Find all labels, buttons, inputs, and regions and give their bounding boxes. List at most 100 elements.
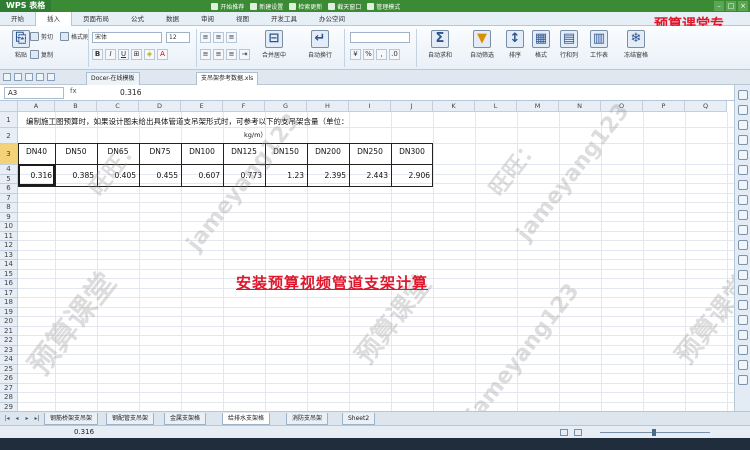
indent-icon[interactable]: ⇥ xyxy=(239,49,250,60)
copy-button[interactable]: 复制 xyxy=(30,50,53,59)
tool-icon[interactable] xyxy=(737,165,748,175)
column-header-D[interactable]: D xyxy=(139,101,181,112)
row-header-13[interactable]: 13 xyxy=(0,250,18,260)
close-icon[interactable]: × xyxy=(738,1,748,11)
undo-icon[interactable] xyxy=(36,73,44,81)
tool-icon[interactable] xyxy=(737,360,748,370)
row-header-2[interactable]: 2 xyxy=(0,128,18,144)
column-header-I[interactable]: I xyxy=(349,101,391,112)
sheet-tab-3[interactable]: 给排水支架格 xyxy=(222,413,271,425)
menu-item-office-space[interactable]: 办公空间 xyxy=(308,12,356,26)
column-header-J[interactable]: J xyxy=(391,101,433,112)
column-header-K[interactable]: K xyxy=(433,101,475,112)
column-header-O[interactable]: O xyxy=(601,101,643,112)
row-header-17[interactable]: 17 xyxy=(0,288,18,298)
bold-button[interactable]: B xyxy=(92,49,103,60)
tool-icon[interactable] xyxy=(737,315,748,325)
row-header-16[interactable]: 16 xyxy=(0,279,18,289)
normal-view-icon[interactable] xyxy=(560,429,568,436)
menu-item-page-layout[interactable]: 页面布局 xyxy=(72,12,120,26)
column-header-M[interactable]: M xyxy=(517,101,559,112)
name-box[interactable]: A3 xyxy=(4,87,64,99)
first-sheet-icon[interactable]: |◂ xyxy=(3,415,11,423)
sheet-tab-1[interactable]: 钢配管支吊架 xyxy=(106,413,155,425)
row-header-24[interactable]: 24 xyxy=(0,355,18,365)
font-color-icon[interactable]: A xyxy=(157,49,168,60)
row-header-12[interactable]: 12 xyxy=(0,241,18,251)
maximize-icon[interactable]: □ xyxy=(726,1,736,11)
tool-icon[interactable] xyxy=(737,90,748,100)
menu-item-start[interactable]: 开始 xyxy=(0,12,35,26)
wrap-text-button[interactable]: ↵ 自动换行 xyxy=(298,30,342,59)
sheet-tab-2[interactable]: 金属支架格 xyxy=(164,413,207,425)
number-format-select[interactable] xyxy=(350,32,410,43)
align-left-icon[interactable]: ≡ xyxy=(200,49,211,60)
currency-icon[interactable]: ¥ xyxy=(350,49,361,60)
row-header-20[interactable]: 20 xyxy=(0,317,18,327)
row-header-8[interactable]: 8 xyxy=(0,203,18,213)
tool-icon[interactable] xyxy=(737,375,748,385)
title-tab-3[interactable]: 截天窗口 xyxy=(328,2,361,11)
align-center-icon[interactable]: ≡ xyxy=(213,49,224,60)
format-button[interactable]: ▦ 格式 xyxy=(528,30,554,59)
column-header-L[interactable]: L xyxy=(475,101,517,112)
menu-item-view[interactable]: 视图 xyxy=(225,12,260,26)
tool-icon[interactable] xyxy=(737,105,748,115)
autofilter-button[interactable]: ▼ 自动筛选 xyxy=(462,30,502,59)
column-header-F[interactable]: F xyxy=(223,101,265,112)
menu-item-insert[interactable]: 插入 xyxy=(35,12,72,26)
percent-icon[interactable]: % xyxy=(363,49,374,60)
menu-item-data[interactable]: 数据 xyxy=(155,12,190,26)
tool-icon[interactable] xyxy=(737,150,748,160)
column-header-E[interactable]: E xyxy=(181,101,223,112)
row-header-7[interactable]: 7 xyxy=(0,193,18,203)
decimal-icon[interactable]: .0 xyxy=(389,49,400,60)
freeze-panes-button[interactable]: ❄ 冻结窗格 xyxy=(616,30,656,59)
merge-center-button[interactable]: ⊟ 合并居中 xyxy=(252,30,296,59)
title-tab-2[interactable]: 检索更新 xyxy=(289,2,322,11)
row-header-6[interactable]: 6 xyxy=(0,184,18,194)
autosum-button[interactable]: Σ 自动求和 xyxy=(420,30,460,59)
row-header-15[interactable]: 15 xyxy=(0,269,18,279)
tool-icon[interactable] xyxy=(737,270,748,280)
tool-icon[interactable] xyxy=(737,345,748,355)
title-tab-0[interactable]: 开始推荐 xyxy=(211,2,244,11)
row-header-26[interactable]: 26 xyxy=(0,374,18,384)
zoom-slider-handle[interactable] xyxy=(652,429,656,436)
spreadsheet-grid[interactable]: A B C D E F G H I J K L M N O P Q 1 2 3 4 5 6 7 8 9 10 11 12 13 14 15 16… xyxy=(0,101,734,411)
align-right-icon[interactable]: ≡ xyxy=(226,49,237,60)
row-header-14[interactable]: 14 xyxy=(0,260,18,270)
align-bottom-icon[interactable]: ≡ xyxy=(226,32,237,43)
column-header-G[interactable]: G xyxy=(265,101,307,112)
tool-icon[interactable] xyxy=(737,210,748,220)
row-header-5[interactable]: 5 xyxy=(0,174,18,184)
preview-icon[interactable] xyxy=(25,73,33,81)
row-header-1[interactable]: 1 xyxy=(0,112,18,128)
menu-item-formula[interactable]: 公式 xyxy=(120,12,155,26)
row-header-9[interactable]: 9 xyxy=(0,212,18,222)
menu-item-review[interactable]: 审阅 xyxy=(190,12,225,26)
row-col-button[interactable]: ▤ 行和列 xyxy=(554,30,584,59)
row-header-4[interactable]: 4 xyxy=(0,165,18,175)
tool-icon[interactable] xyxy=(737,135,748,145)
column-header-B[interactable]: B xyxy=(55,101,97,112)
tool-icon[interactable] xyxy=(737,330,748,340)
column-header-N[interactable]: N xyxy=(559,101,601,112)
tool-icon[interactable] xyxy=(737,255,748,265)
tool-icon[interactable] xyxy=(737,120,748,130)
instruction-text[interactable]: 编制施工图预算时，如果设计图未给出具体管道支吊架形式时，可参考以下的支吊架含量（… xyxy=(26,116,349,127)
prev-sheet-icon[interactable]: ◂ xyxy=(13,415,21,423)
menu-item-developer[interactable]: 开发工具 xyxy=(260,12,308,26)
row-header-19[interactable]: 19 xyxy=(0,307,18,317)
last-sheet-icon[interactable]: ▸| xyxy=(33,415,41,423)
column-header-Q[interactable]: Q xyxy=(685,101,727,112)
save-icon[interactable] xyxy=(3,73,11,81)
select-all-corner[interactable] xyxy=(0,101,18,112)
row-header-22[interactable]: 22 xyxy=(0,336,18,346)
align-middle-icon[interactable]: ≡ xyxy=(213,32,224,43)
page-layout-icon[interactable] xyxy=(574,429,582,436)
row-header-10[interactable]: 10 xyxy=(0,222,18,232)
row-header-21[interactable]: 21 xyxy=(0,326,18,336)
row-header-28[interactable]: 28 xyxy=(0,393,18,403)
font-name-select[interactable]: 宋体 xyxy=(92,32,162,43)
